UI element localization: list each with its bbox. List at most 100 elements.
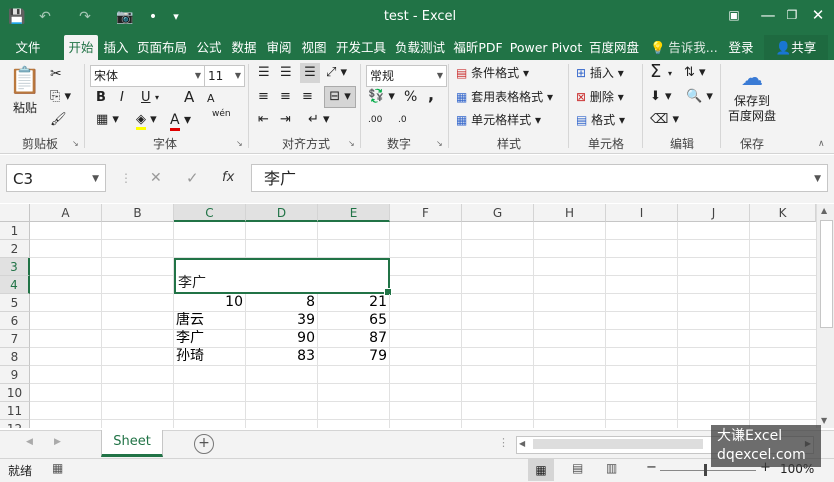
border-icon[interactable]: ▦ ▾ <box>96 110 119 130</box>
cell-d8[interactable]: 83 <box>246 348 318 366</box>
camera-icon[interactable]: 📷 <box>114 6 136 28</box>
cell-e8[interactable]: 79 <box>318 348 390 366</box>
vertical-scroll-thumb[interactable] <box>820 220 833 328</box>
currency-icon[interactable]: 💱 ▾ <box>368 87 395 107</box>
scroll-up-icon[interactable]: ▲ <box>821 206 827 215</box>
column-header-k[interactable]: K <box>750 204 816 222</box>
format-as-table-button[interactable]: ▦ 套用表格格式 ▾ <box>456 87 553 107</box>
conditional-format-button[interactable]: ▤ 条件格式 ▾ <box>456 63 529 83</box>
decrease-indent-icon[interactable]: ⇤ <box>258 110 269 130</box>
cell-d5[interactable]: 8 <box>246 294 318 312</box>
customize-qat-icon[interactable]: ▾ <box>168 6 184 28</box>
redo-icon[interactable]: ↷ <box>74 6 96 28</box>
next-sheet-icon[interactable]: ▶ <box>54 437 61 447</box>
align-middle-icon[interactable]: ☰ <box>280 63 292 83</box>
column-header-d[interactable]: D <box>246 204 318 222</box>
format-cells-button[interactable]: ▤ 格式 ▾ <box>576 110 625 130</box>
number-format-combo[interactable]: 常规 ▼ <box>366 65 447 87</box>
sheet-tab-sheet[interactable]: Sheet <box>101 430 163 457</box>
page-layout-view-icon[interactable]: ▤ <box>572 461 583 475</box>
cell-d7[interactable]: 90 <box>246 330 318 348</box>
column-header-c[interactable]: C <box>174 204 246 222</box>
save-icon[interactable]: 💾 <box>6 6 28 28</box>
zoom-slider-thumb[interactable] <box>704 464 707 476</box>
delete-cells-button[interactable]: ⊠ 删除 ▾ <box>576 87 624 107</box>
chevron-down-icon[interactable]: ▼ <box>814 165 821 193</box>
sort-filter-icon[interactable]: ⇅ ▾ <box>684 63 706 83</box>
comma-button[interactable]: , <box>428 85 434 105</box>
column-header-i[interactable]: I <box>606 204 678 222</box>
scroll-left-icon[interactable]: ◀ <box>519 439 525 448</box>
tab-page-layout[interactable]: 页面布局 <box>134 35 190 60</box>
row-header-11[interactable]: 11 <box>0 402 30 420</box>
align-center-icon[interactable]: ≡ <box>280 87 291 107</box>
cell-e6[interactable]: 65 <box>318 312 390 330</box>
tab-developer[interactable]: 开发工具 <box>333 35 389 60</box>
drag-handle-icon[interactable]: ⋮ <box>120 164 132 192</box>
page-break-view-icon[interactable]: ▥ <box>606 461 617 475</box>
cancel-icon[interactable]: ✕ <box>150 164 162 192</box>
tab-file[interactable]: 文件 <box>6 35 50 60</box>
column-header-a[interactable]: A <box>30 204 102 222</box>
undo-icon[interactable]: ↶ <box>34 6 56 28</box>
font-color-icon[interactable]: A ▾ <box>170 110 191 131</box>
underline-dropdown-icon[interactable]: ▾ <box>155 88 159 108</box>
column-header-b[interactable]: B <box>102 204 174 222</box>
copy-icon[interactable]: ⎘ ▾ <box>50 87 71 107</box>
tab-home[interactable]: 开始 <box>64 35 98 60</box>
tab-baidu-pan[interactable]: 百度网盘 <box>586 35 642 60</box>
row-header-10[interactable]: 10 <box>0 384 30 402</box>
increase-decimal-button[interactable]: .00 <box>368 110 382 130</box>
formula-input[interactable]: 李广 ▼ <box>251 164 828 192</box>
close-icon[interactable]: ✕ <box>798 0 834 30</box>
fill-color-icon[interactable]: ◈ ▾ <box>136 110 157 130</box>
bold-button[interactable]: B <box>96 88 106 108</box>
worksheet-grid[interactable]: A B C D E F G H I J K 1 2 3 4 5 6 7 8 9 … <box>0 204 816 428</box>
fill-icon[interactable]: ⬇ ▾ <box>650 87 672 107</box>
tab-review[interactable]: 审阅 <box>263 35 295 60</box>
name-box[interactable]: C3 ▼ <box>6 164 106 192</box>
save-to-baidu-button[interactable]: ☁ 保存到 百度网盘 <box>724 64 780 124</box>
align-left-icon[interactable]: ≡ <box>258 87 269 107</box>
row-header-7[interactable]: 7 <box>0 330 30 348</box>
column-header-e[interactable]: E <box>318 204 390 222</box>
grow-font-button[interactable]: A <box>184 87 194 107</box>
select-all-corner[interactable] <box>0 204 30 222</box>
zoom-out-button[interactable]: − <box>646 460 657 475</box>
login-button[interactable]: 登录 <box>726 35 756 60</box>
decrease-decimal-button[interactable]: .0 <box>398 110 407 130</box>
insert-function-icon[interactable]: fx <box>222 164 234 192</box>
autosum-dropdown-icon[interactable]: ▾ <box>668 64 672 84</box>
tab-insert[interactable]: 插入 <box>100 35 132 60</box>
alignment-launcher-icon[interactable]: ↘ <box>348 139 355 148</box>
tab-data[interactable]: 数据 <box>228 35 260 60</box>
font-size-combo[interactable]: 11 ▼ <box>204 65 245 87</box>
merged-cell-c3[interactable]: 李广 <box>174 258 392 296</box>
cut-icon[interactable]: ✂ <box>50 64 62 84</box>
orientation-icon[interactable]: ⤢ ▾ <box>326 63 347 83</box>
row-header-8[interactable]: 8 <box>0 348 30 366</box>
column-header-h[interactable]: H <box>534 204 606 222</box>
tell-me-box[interactable]: 告诉我... <box>668 35 718 60</box>
cell-e5[interactable]: 21 <box>318 294 390 312</box>
share-button[interactable]: 👤共享 <box>764 35 828 60</box>
cell-e7[interactable]: 87 <box>318 330 390 348</box>
cell-d6[interactable]: 39 <box>246 312 318 330</box>
font-launcher-icon[interactable]: ↘ <box>236 139 243 148</box>
row-header-2[interactable]: 2 <box>0 240 30 258</box>
underline-button[interactable]: U <box>141 88 151 108</box>
tab-view[interactable]: 视图 <box>298 35 330 60</box>
row-header-3[interactable]: 3 <box>0 258 30 276</box>
macro-record-icon[interactable]: ▦ <box>52 461 63 475</box>
shrink-font-button[interactable]: A <box>207 89 215 109</box>
tab-formulas[interactable]: 公式 <box>193 35 225 60</box>
number-launcher-icon[interactable]: ↘ <box>436 139 443 148</box>
chevron-down-icon[interactable]: ▼ <box>92 165 99 193</box>
scroll-down-icon[interactable]: ▼ <box>821 416 827 425</box>
row-header-4[interactable]: 4 <box>0 276 30 294</box>
add-sheet-button[interactable]: + <box>194 434 214 454</box>
format-painter-icon[interactable]: 🖌 <box>50 110 67 130</box>
autosum-icon[interactable]: Σ <box>650 62 661 82</box>
zoom-slider-track[interactable] <box>660 470 756 471</box>
increase-indent-icon[interactable]: ⇥ <box>280 110 291 130</box>
